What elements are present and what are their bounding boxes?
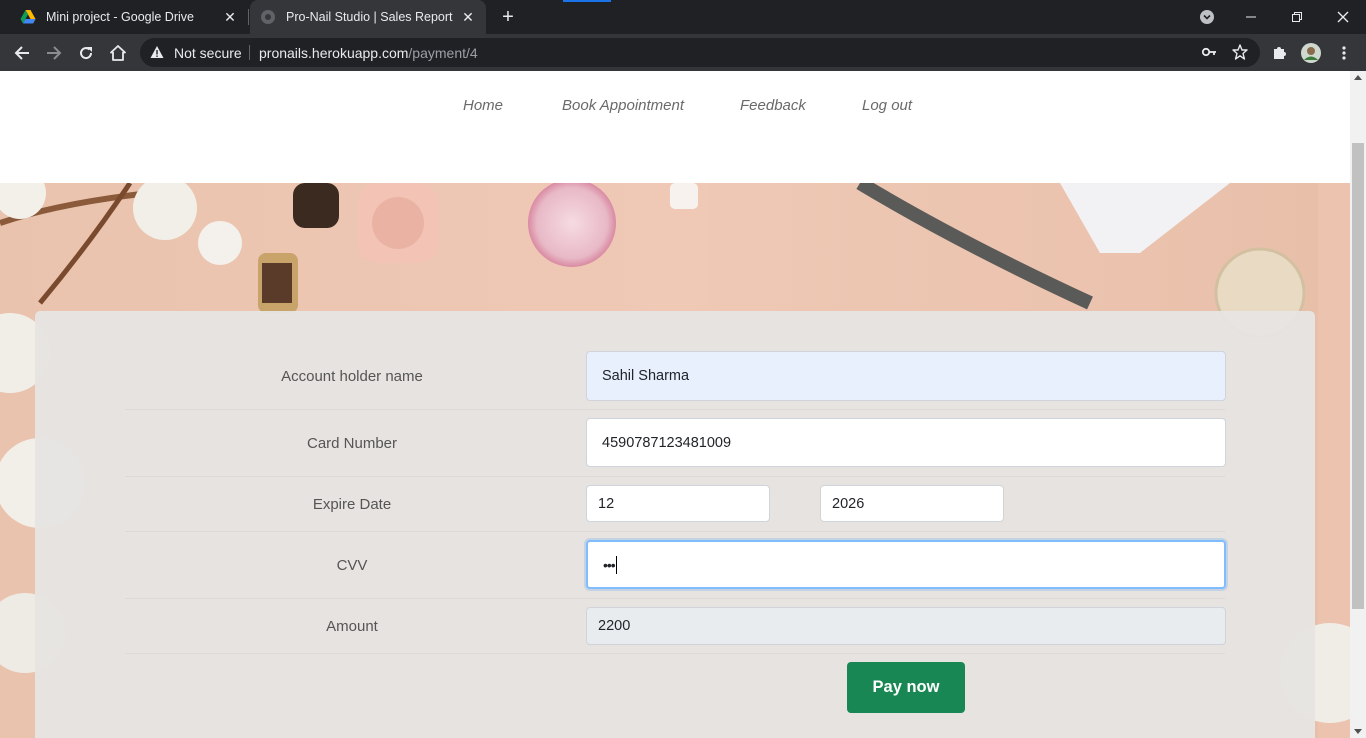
nav-log-out[interactable]: Log out <box>862 97 912 114</box>
expire-date-label: Expire Date <box>312 496 392 513</box>
extensions-puzzle-icon[interactable] <box>1268 42 1290 64</box>
security-status[interactable]: Not secure <box>174 45 242 61</box>
forward-arrow-icon[interactable] <box>43 42 65 64</box>
tab-divider <box>248 9 249 25</box>
card-number-input[interactable]: 4590787123481009 <box>586 418 1226 467</box>
nav-home[interactable]: Home <box>463 97 503 114</box>
browser-toolbar: Not secure pronails.herokuapp.com/paymen… <box>0 34 1366 71</box>
tab-title: Pro-Nail Studio | Sales Report <box>286 10 453 24</box>
payment-form-card: Account holder name Sahil Sharma Card Nu… <box>35 311 1315 738</box>
site-navigation: Home Book Appointment Feedback Log out <box>0 71 1350 183</box>
scroll-up-arrow-icon[interactable] <box>1354 75 1362 80</box>
back-arrow-icon[interactable] <box>11 42 33 64</box>
tab-search-icon[interactable] <box>1184 0 1230 34</box>
home-icon[interactable] <box>107 42 129 64</box>
media-indicator <box>563 0 611 2</box>
browser-tab-strip: Mini project - Google Drive ✕ Pro-Nail S… <box>0 0 1366 34</box>
tab-pro-nail-studio[interactable]: Pro-Nail Studio | Sales Report ✕ <box>250 0 486 34</box>
new-tab-icon[interactable]: + <box>498 7 518 27</box>
globe-icon <box>261 10 275 24</box>
restore-icon[interactable] <box>1274 0 1320 34</box>
row-divider <box>125 653 1225 654</box>
row-divider <box>125 531 1225 532</box>
cvv-masked-value: ••• <box>603 556 616 573</box>
row-divider <box>125 409 1225 410</box>
scroll-down-arrow-icon[interactable] <box>1354 729 1362 734</box>
warning-icon <box>150 46 164 58</box>
amount-input: 2200 <box>586 607 1226 645</box>
web-page: Home Book Appointment Feedback Log out A… <box>0 71 1350 738</box>
amount-label: Amount <box>326 618 378 635</box>
cvv-label: CVV <box>336 557 368 574</box>
address-bar[interactable]: Not secure pronails.herokuapp.com/paymen… <box>140 38 1260 67</box>
row-divider <box>125 476 1225 477</box>
scroll-thumb[interactable] <box>1352 143 1364 609</box>
nav-book-appointment[interactable]: Book Appointment <box>562 97 684 114</box>
profile-avatar[interactable] <box>1300 42 1322 64</box>
url-host: pronails.herokuapp.com <box>259 45 409 61</box>
tab-google-drive[interactable]: Mini project - Google Drive ✕ <box>0 0 248 34</box>
close-window-icon[interactable] <box>1320 0 1366 34</box>
account-holder-label: Account holder name <box>281 368 423 385</box>
minimize-icon[interactable] <box>1228 0 1274 34</box>
address-divider <box>249 45 250 60</box>
google-drive-icon <box>20 10 36 24</box>
cvv-input[interactable]: ••• <box>586 540 1226 589</box>
card-number-label: Card Number <box>306 435 398 452</box>
text-cursor <box>615 555 617 574</box>
more-menu-icon[interactable] <box>1333 42 1355 64</box>
close-tab-icon[interactable]: ✕ <box>460 9 476 25</box>
expire-month-input[interactable]: 12 <box>586 485 770 522</box>
key-icon[interactable] <box>1198 41 1220 63</box>
expire-year-input[interactable]: 2026 <box>820 485 1004 522</box>
url-path: /payment/4 <box>408 45 478 61</box>
url-text: pronails.herokuapp.com/payment/4 <box>259 45 478 61</box>
close-tab-icon[interactable]: ✕ <box>222 9 238 25</box>
tab-title: Mini project - Google Drive <box>46 10 194 24</box>
bookmark-star-icon[interactable] <box>1229 41 1251 63</box>
page-scrollbar[interactable] <box>1350 71 1366 738</box>
account-holder-input[interactable]: Sahil Sharma <box>586 351 1226 401</box>
nav-feedback[interactable]: Feedback <box>740 97 806 114</box>
reload-icon[interactable] <box>75 42 97 64</box>
row-divider <box>125 598 1225 599</box>
pay-now-button[interactable]: Pay now <box>847 662 965 713</box>
